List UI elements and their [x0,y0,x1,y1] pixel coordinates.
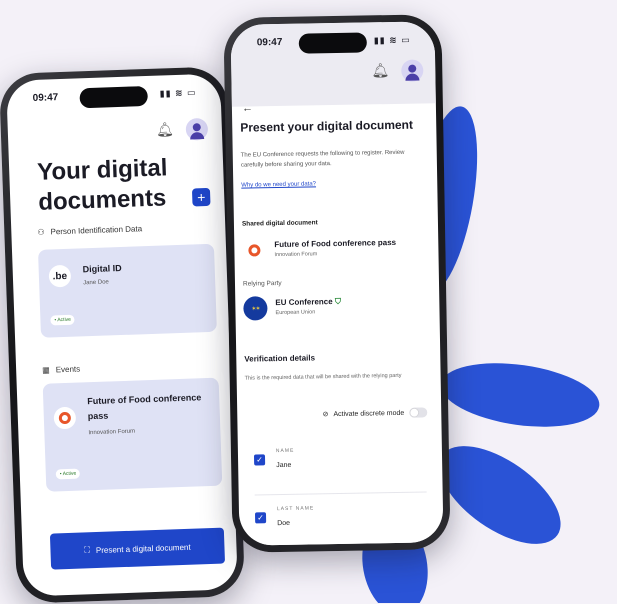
notification-bell-icon[interactable]: 🔔︎ [156,121,174,139]
field-row-name: ✓ NAME Jane [246,437,435,490]
data-fields-list: ✓ NAME Jane ✓ LAST NAME Doe [245,431,436,546]
belgium-logo-icon: .be [48,264,72,288]
status-time: 09:47 [256,36,283,49]
discrete-mode-label: Activate discrete mode [333,409,405,418]
digital-id-card[interactable]: .be Digital ID Jane Doe • Active [37,243,217,338]
back-arrow-icon[interactable]: ← [242,102,253,114]
divider [254,491,427,496]
status-badge: • Active [55,468,81,480]
right-phone: 09:47 ▮▮ ≋ ▭ 🔔︎ ← Present your digital d… [223,14,451,553]
field-label: NAME [275,447,295,455]
status-time: 09:47 [32,92,59,104]
shared-document-item: Future of Food conference pass Innovatio… [242,235,430,266]
shared-document-label: Shared digital document [241,219,318,228]
qr-scan-icon: ⛶ [84,545,91,555]
relying-party-title: EU Conference ⛉ [275,297,341,308]
profile-avatar[interactable] [185,117,209,141]
card-subtitle: Jane Doe [83,279,109,287]
page-title: Your digital documents [36,154,168,216]
section-label: Person Identification Data [50,224,143,237]
notification-bell-icon[interactable]: 🔔︎ [371,62,389,79]
present-document-button[interactable]: ⛶ Present a digital document [49,527,226,570]
conference-logo-icon [242,238,266,262]
card-title: Digital ID [82,262,122,275]
present-button-label: Present a digital document [95,542,191,555]
section-events: ▦ Events [42,364,80,374]
card-title: Future of Food conference pass [87,392,202,422]
request-description: The EU Conference requests the following… [240,149,405,169]
conference-pass-card[interactable]: Future of Food conference pass Innovatio… [42,377,223,492]
field-label: LAST NAME [276,505,315,513]
person-icon: ⚇ [37,227,45,237]
checkbox-last-name[interactable]: ✓ [254,512,267,524]
relying-party-subtitle: European Union [275,309,316,317]
status-badge: • Active [50,314,76,326]
relying-party-label: Relying Party [242,279,282,288]
signal-wifi-battery-icon: ▮▮ ≋ ▭ [159,87,197,99]
page-title: Present your digital document [240,117,414,135]
shared-doc-title: Future of Food conference pass [274,237,397,250]
field-value: Doe [277,519,291,528]
left-phone-screen: 09:47 ▮▮ ≋ ▭ 🔔︎ Your digital documents +… [6,73,238,597]
card-subtitle: Innovation Forum [88,428,136,437]
calendar-icon: ▦ [42,365,50,375]
discrete-mode-row: ⊘ Activate discrete mode [323,407,428,419]
conference-logo-icon [53,406,77,430]
verified-shield-icon: ⛉ [334,296,341,307]
signal-wifi-battery-icon: ▮▮ ≋ ▭ [373,34,411,46]
section-label: Events [55,364,81,375]
right-phone-screen: 09:47 ▮▮ ≋ ▭ 🔔︎ ← Present your digital d… [230,21,444,546]
shared-doc-subtitle: Innovation Forum [274,251,318,259]
relying-party-item: ✶✶ EU Conference ⛉ European Union [243,293,431,324]
verification-title: Verification details [244,353,316,364]
relying-party-name: EU Conference [275,297,333,308]
field-value: Jane [276,461,292,470]
why-data-link[interactable]: Why do we need your data? [241,181,316,188]
add-document-button[interactable]: + [191,187,211,207]
discrete-mode-toggle[interactable] [409,407,428,418]
left-phone: 09:47 ▮▮ ≋ ▭ 🔔︎ Your digital documents +… [0,66,246,604]
verification-description: This is the required data that will be s… [244,372,402,382]
field-row-last-name: ✓ LAST NAME Doe [247,495,436,545]
eu-flag-icon: ✶✶ [243,296,268,321]
eye-off-icon: ⊘ [322,411,329,419]
section-person-identification: ⚇ Person Identification Data [37,224,142,237]
checkbox-name[interactable]: ✓ [253,454,266,466]
